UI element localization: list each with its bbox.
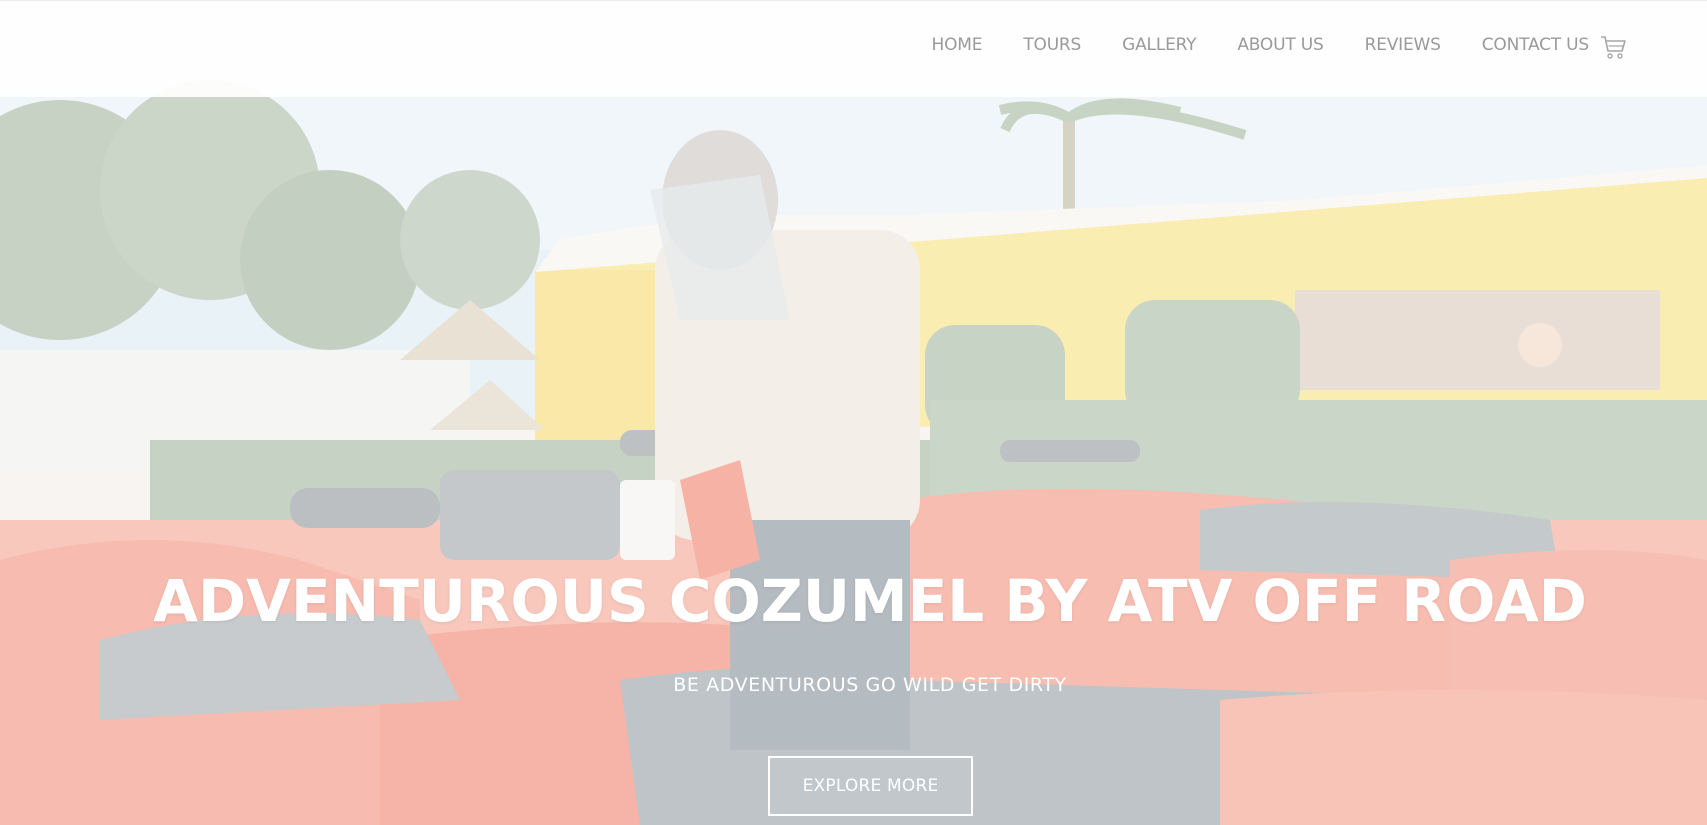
nav-tours[interactable]: TOURS — [1023, 35, 1081, 55]
nav-home[interactable]: HOME — [932, 35, 983, 55]
nav-about-us[interactable]: ABOUT US — [1237, 35, 1323, 55]
hero-section — [0, 0, 1707, 825]
nav-gallery[interactable]: GALLERY — [1122, 35, 1196, 55]
nav-contact-us[interactable]: CONTACT US — [1482, 35, 1589, 55]
hero-overlay — [0, 0, 1707, 825]
nav-reviews[interactable]: REVIEWS — [1365, 35, 1441, 55]
hero-subtitle: BE ADVENTUROUS GO WILD GET DIRTY — [673, 674, 1067, 696]
main-nav: HOME TOURS GALLERY ABOUT US REVIEWS CONT… — [932, 35, 1590, 55]
shopping-cart-icon[interactable] — [1599, 33, 1627, 61]
hero-headline: ADVENTUROUS COZUMEL BY ATV OFF ROAD — [153, 567, 1587, 635]
explore-more-button[interactable]: EXPLORE MORE — [768, 756, 973, 816]
site-header: HOME TOURS GALLERY ABOUT US REVIEWS CONT… — [0, 0, 1707, 97]
